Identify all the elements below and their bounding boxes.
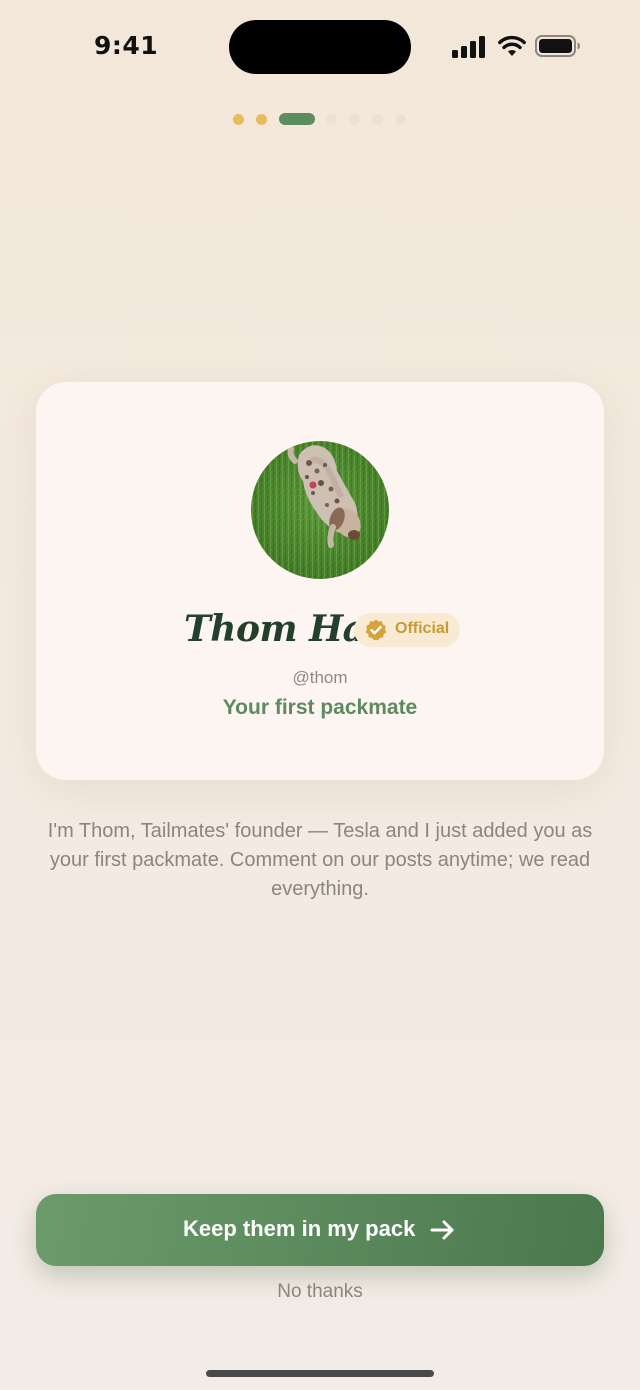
keep-in-pack-label: Keep them in my pack [183,1216,416,1241]
no-thanks-button[interactable]: No thanks [0,1281,640,1303]
avatar [251,441,389,579]
wifi-icon [498,35,526,56]
profile-card: Thom Hart Official @thom Your first pack… [36,382,604,780]
progress-dot-completed [233,114,244,125]
packmate-subtitle: Your first packmate [222,696,418,719]
status-time: 9:41 [94,31,159,60]
progress-dot-upcoming [395,114,406,125]
verified-check-icon [365,619,387,641]
status-bar: 9:41 [0,0,640,95]
keep-in-pack-button[interactable]: Keep them in my pack [36,1194,604,1266]
onboarding-progress [0,113,640,127]
profile-handle: @thom [292,668,348,687]
badge-label: Official [395,620,450,637]
name-row: Thom Hart Official [36,608,604,658]
arrow-right-icon [430,1220,454,1240]
progress-dot-current [279,113,315,125]
progress-dot-upcoming [372,114,383,125]
founder-message: I'm Thom, Tailmates' founder — Tesla and… [47,820,593,900]
progress-dot-completed [256,114,267,125]
progress-dot-upcoming [326,114,337,125]
signal-icon [452,36,485,58]
official-badge: Official [354,613,460,647]
battery-icon [535,35,580,57]
progress-dot-upcoming [349,114,360,125]
home-indicator[interactable] [206,1370,434,1377]
dynamic-island [229,20,411,74]
